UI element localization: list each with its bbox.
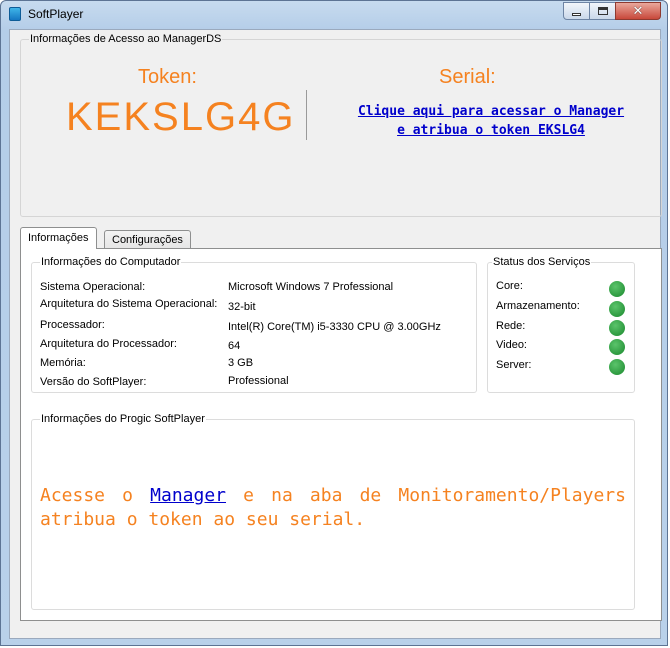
service-label: Armazenamento: [496, 300, 580, 312]
computer-info-legend: Informações do Computador [40, 256, 182, 268]
services-status-group: Status dos Serviços Core: Armazenamento:… [487, 256, 635, 393]
service-row-storage: Armazenamento: [496, 300, 628, 317]
tab-informacoes[interactable]: Informações [20, 227, 97, 249]
close-icon: ✕ [632, 3, 644, 19]
service-row-video: Video: [496, 339, 628, 355]
info-value: 32-bit [228, 301, 256, 313]
manager-access-link[interactable]: Clique aqui para acessar o Manager e atr… [326, 102, 656, 140]
app-window: SoftPlayer ✕ Informações de Acesso ao Ma… [0, 0, 668, 646]
service-label: Core: [496, 280, 523, 292]
progic-message-before: Acesse o [40, 485, 151, 506]
minimize-icon [572, 12, 581, 16]
progic-info-legend: Informações do Progic SoftPlayer [40, 413, 206, 425]
serial-label: Serial: [439, 66, 496, 88]
info-label: Arquitetura do Sistema Operacional: [40, 298, 218, 310]
app-icon [9, 7, 21, 21]
info-label: Memória: [40, 357, 86, 369]
status-ok-icon [609, 281, 625, 297]
status-ok-icon [609, 359, 625, 375]
access-group: Informações de Acesso ao ManagerDS Token… [20, 33, 662, 217]
info-value: 3 GB [228, 357, 254, 369]
tab-configuracoes[interactable]: Configurações [104, 230, 191, 250]
manager-access-link-line1[interactable]: Clique aqui para acessar o Manager [326, 102, 656, 121]
close-button[interactable]: ✕ [615, 2, 661, 20]
access-group-legend: Informações de Acesso ao ManagerDS [29, 33, 223, 45]
info-value: 64 [228, 340, 241, 352]
service-label: Video: [496, 339, 527, 351]
manager-access-link-line2[interactable]: e atribua o token EKSLG4 [326, 121, 656, 140]
service-label: Rede: [496, 320, 526, 332]
computer-info-group: Informações do Computador Sistema Operac… [31, 256, 477, 393]
info-value: Intel(R) Core(TM) i5-3330 CPU @ 3.00GHz [228, 321, 441, 333]
service-row-server: Server: [496, 359, 628, 375]
info-label: Processador: [40, 319, 105, 331]
info-value: Professional [228, 375, 289, 387]
minimize-button[interactable] [563, 2, 590, 20]
status-ok-icon [609, 320, 625, 336]
tab-panel-informacoes: Informações do Computador Sistema Operac… [20, 248, 662, 621]
title-bar[interactable]: SoftPlayer ✕ [1, 1, 667, 27]
services-status-legend: Status dos Serviços [492, 256, 592, 268]
maximize-icon [597, 7, 608, 15]
maximize-button[interactable] [589, 2, 616, 20]
window-title: SoftPlayer [28, 7, 84, 21]
token-value: KEKSLG4G [66, 95, 296, 139]
info-label: Versão do SoftPlayer: [40, 376, 147, 388]
info-label: Arquitetura do Processador: [40, 338, 177, 350]
status-ok-icon [609, 301, 625, 317]
status-ok-icon [609, 339, 625, 355]
service-row-core: Core: [496, 280, 628, 297]
service-row-network: Rede: [496, 320, 628, 336]
progic-message: Acesse o Manager e na aba de Monitoramen… [40, 484, 626, 532]
progic-info-group: Informações do Progic SoftPlayer Acesse … [31, 413, 635, 610]
info-label: Sistema Operacional: [40, 281, 146, 293]
info-value: Microsoft Windows 7 Professional [228, 281, 394, 293]
token-label: Token: [138, 66, 197, 88]
service-label: Server: [496, 359, 532, 371]
manager-link[interactable]: Manager [150, 485, 226, 506]
client-area: Informações de Acesso ao ManagerDS Token… [9, 29, 662, 639]
vertical-divider [306, 90, 307, 140]
